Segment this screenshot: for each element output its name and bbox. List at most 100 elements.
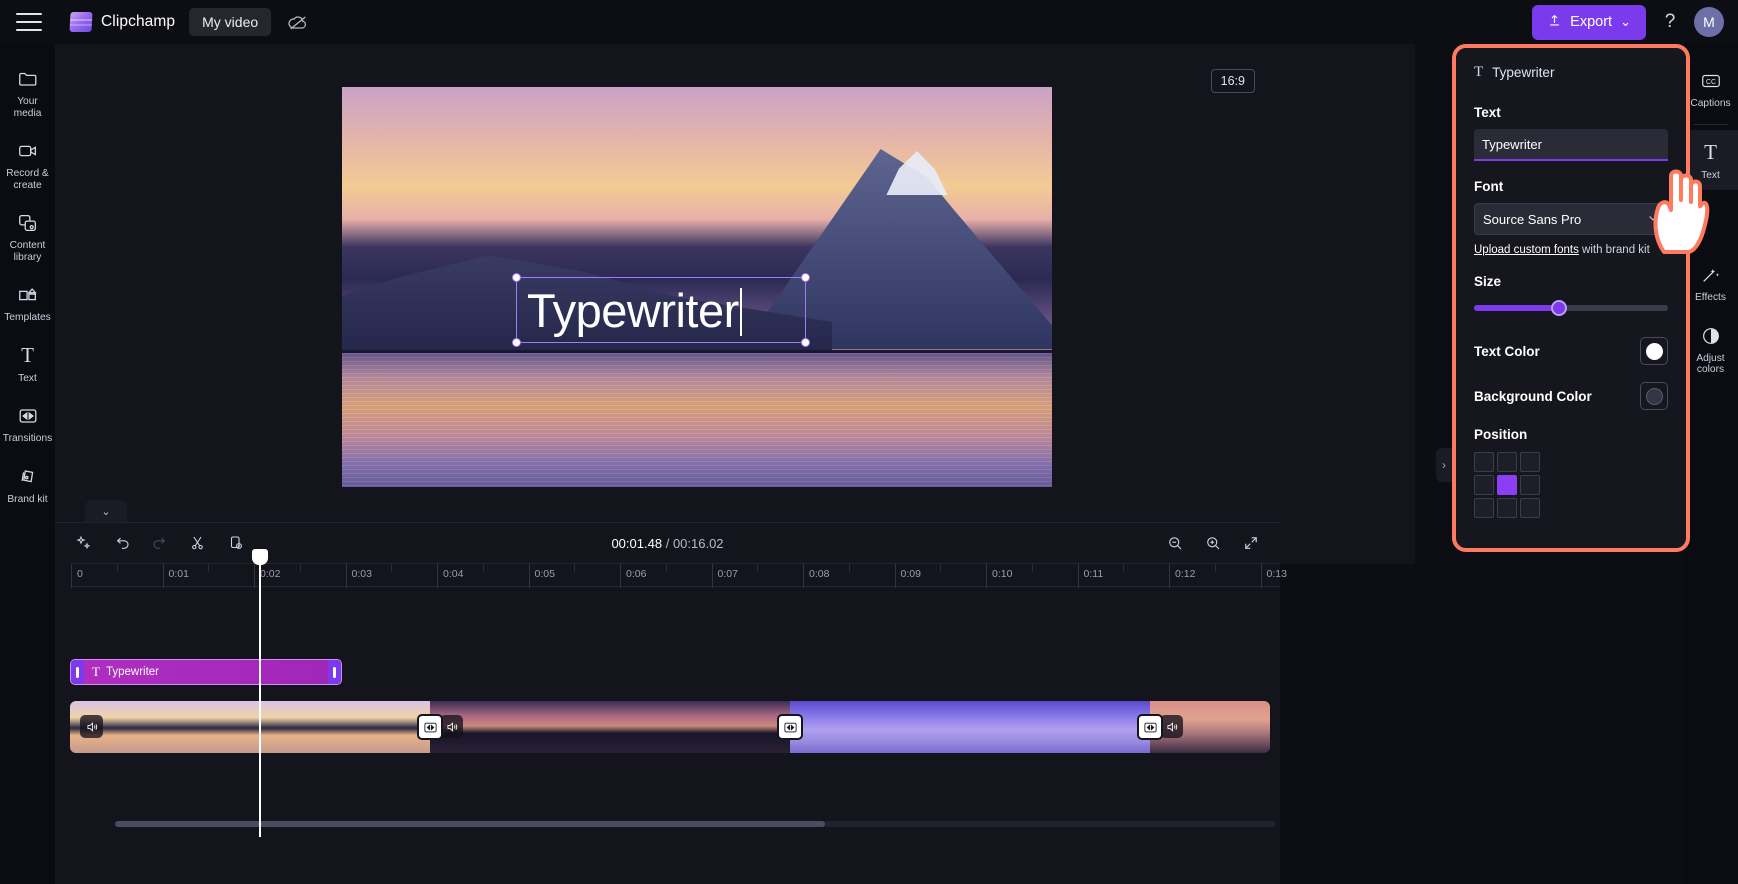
speaker-icon[interactable] [1160,715,1183,738]
sidebar-item-effects[interactable]: Effects [1683,252,1738,313]
timeline-horizontal-scrollbar[interactable] [115,821,1275,827]
trim-handle-left[interactable] [71,660,84,684]
position-cell[interactable] [1474,475,1494,495]
resize-handle-top-left[interactable] [512,273,521,282]
sidebar-item-content-library[interactable]: Content library [0,202,55,270]
sidebar-item-brand-kit[interactable]: Brand kit [0,456,55,513]
ruler-tick: 0:04 [437,564,438,588]
trim-handle-right[interactable] [328,660,341,684]
upload-fonts-line: Upload custom fonts with brand kit [1474,244,1668,256]
duplicate-icon[interactable] [225,532,247,554]
sidebar-label: Transitions [3,433,52,445]
media-library-icon [16,211,40,235]
position-cell[interactable] [1520,452,1540,472]
ruler-tick: 0:06 [620,564,621,588]
ruler-tick: 0:13 [1261,564,1262,588]
text-input[interactable] [1474,129,1668,161]
font-select[interactable]: Source Sans Pro [1474,203,1668,235]
sidebar-item-your-media[interactable]: Your media [0,58,55,126]
undo-icon[interactable] [111,532,133,554]
video-clip[interactable] [790,701,1150,753]
clip-thumbnail [460,701,490,753]
text-clip[interactable]: T Typewriter [70,659,342,685]
position-cell[interactable] [1474,498,1494,518]
text-properties-panel: T Typewriter Text Font Source Sans Pro U… [1452,44,1690,552]
position-cell[interactable] [1520,475,1540,495]
auto-enhance-icon[interactable] [73,532,95,554]
ruler-tick: 0:07 [712,564,713,588]
help-icon[interactable]: ? [1660,11,1680,33]
split-scissors-icon[interactable] [187,532,209,554]
timecode-display: 00:01.48 / 00:16.02 [611,536,723,551]
total-time: 00:16.02 [673,536,724,551]
sidebar-label: Brand kit [7,494,47,506]
speaker-icon[interactable] [440,715,463,738]
sidebar-item-text[interactable]: T Text [1683,130,1738,191]
resize-handle-bottom-left[interactable] [512,338,521,347]
brand-name: Clipchamp [101,13,175,31]
resize-handle-top-right[interactable] [801,273,810,282]
video-clip[interactable] [70,701,430,753]
timeline-collapse-chevron-icon[interactable]: ⌄ [85,500,127,522]
video-clip[interactable] [430,701,790,753]
sidebar-item-record-create[interactable]: Record & create [0,130,55,198]
clip-thumbnail [1000,701,1030,753]
sidebar-item-captions[interactable]: CC Captions [1683,58,1738,119]
collapse-properties-panel-icon[interactable]: › [1436,448,1452,482]
brand-kit-icon [16,465,40,489]
size-slider-knob[interactable] [1551,300,1567,316]
clip-thumbnail [160,701,190,753]
clip-thumbnail [340,701,370,753]
clip-thumbnail [280,701,310,753]
ruler-tick-label: 0:07 [718,568,738,580]
position-cell[interactable] [1497,498,1517,518]
project-name-button[interactable]: My video [189,8,271,36]
ruler-tick-label: 0:02 [260,568,280,580]
text-clip-label: Typewriter [106,666,159,678]
ruler-minor-tick [208,564,209,572]
panel-header: T Typewriter [1456,48,1686,81]
clip-thumbnail [1240,701,1270,753]
cloud-off-icon[interactable] [287,11,309,33]
avatar[interactable]: M [1694,7,1724,37]
zoom-in-icon[interactable] [1202,532,1224,554]
position-cell[interactable] [1497,452,1517,472]
redo-icon[interactable] [149,532,171,554]
position-cell[interactable] [1474,452,1494,472]
position-cell[interactable] [1520,498,1540,518]
background-color-swatch[interactable] [1640,382,1668,410]
fit-to-timeline-icon[interactable] [1240,532,1262,554]
size-slider[interactable] [1474,305,1668,311]
sidebar-item-adjust-colors[interactable]: Adjust colors [1683,313,1738,385]
video-preview[interactable]: Typewriter [342,87,1052,487]
text-color-swatch[interactable] [1640,337,1668,365]
overlay-text[interactable]: Typewriter [527,283,742,338]
resize-handle-bottom-right[interactable] [801,338,810,347]
sidebar-item-templates[interactable]: Templates [0,274,55,331]
transition-badge-icon[interactable] [777,714,803,740]
text-color-row: Text Color [1474,337,1668,365]
speaker-icon[interactable] [80,715,103,738]
clip-thumbnail [1090,701,1120,753]
ruler-minor-tick [574,564,575,572]
sidebar-item-transitions[interactable]: Transitions [0,395,55,452]
upload-icon [1547,13,1562,32]
transition-badge-icon[interactable] [1137,714,1163,740]
ruler-tick: 0:02 [254,564,255,588]
clip-thumbnail [670,701,700,753]
playhead[interactable] [259,561,261,837]
video-clip[interactable] [1150,701,1270,753]
clip-thumbnail [550,701,580,753]
hamburger-menu-icon[interactable] [16,13,42,31]
playhead-knob[interactable] [252,549,268,565]
timeline-ruler[interactable]: 00:010:020:030:040:050:060:070:080:090:1… [71,563,1280,587]
export-button[interactable]: Export ⌄ [1532,5,1646,40]
transition-badge-icon[interactable] [417,714,443,740]
upload-custom-fonts-link[interactable]: Upload custom fonts [1474,244,1579,256]
aspect-ratio-button[interactable]: 16:9 [1211,69,1255,93]
chevron-down-icon: ⌄ [1620,14,1631,30]
ruler-tick: 0:03 [346,564,347,588]
zoom-out-icon[interactable] [1164,532,1186,554]
sidebar-item-text[interactable]: T Text [0,335,55,392]
position-cell[interactable] [1497,475,1517,495]
